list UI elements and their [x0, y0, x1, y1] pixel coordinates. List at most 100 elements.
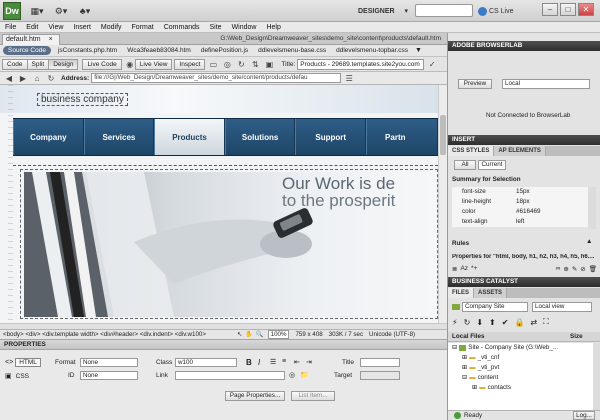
page-properties-button[interactable]: Page Properties... [225, 391, 285, 401]
menu-insert[interactable]: Insert [68, 22, 96, 33]
check-page-icon[interactable]: ✓ [426, 59, 438, 70]
collapse-icon[interactable]: ⊟ [452, 343, 457, 353]
maximize-button[interactable]: □ [560, 3, 576, 16]
point-to-file-icon[interactable]: ◎ [289, 371, 295, 379]
summary-scrollbar[interactable] [588, 187, 596, 229]
minimize-button[interactable]: – [542, 3, 558, 16]
menu-edit[interactable]: Edit [21, 22, 43, 33]
italic-button[interactable]: I [258, 358, 260, 367]
insert-header[interactable]: INSERT [448, 135, 600, 145]
attach-stylesheet-icon[interactable]: ∞ [556, 265, 561, 272]
size-column[interactable]: Size [570, 333, 583, 340]
related-file[interactable]: jsConstants.php.htm [53, 45, 122, 57]
expand-icon[interactable]: ⊞ [472, 383, 477, 393]
az-list-icon[interactable]: Az [460, 265, 468, 272]
tab-files[interactable]: FILES [448, 288, 475, 298]
tab-default-htm[interactable]: default.htm × [2, 34, 60, 45]
related-file[interactable]: Wca3feaeb83084.htm [122, 45, 196, 57]
css-current-button[interactable]: Current [478, 160, 506, 170]
id-select[interactable]: None [80, 371, 138, 380]
tree-item[interactable]: ⊞ ▬ contacts [448, 383, 593, 393]
related-file[interactable]: definePosition.js [196, 45, 253, 57]
tree-item[interactable]: ⊞ ▬ _vti_cnf [448, 353, 593, 363]
unordered-list-icon[interactable]: ☰ [270, 358, 276, 366]
target-select[interactable] [360, 371, 400, 380]
sync-icon[interactable]: ⇄ [530, 318, 537, 327]
browserlab-header[interactable]: ADOBE BROWSERLAB [448, 41, 600, 51]
refresh-icon[interactable]: ↻ [464, 318, 471, 327]
workspace-switcher[interactable]: DESIGNER ▾ [355, 4, 411, 18]
menu-file[interactable]: File [0, 22, 21, 33]
site-icon[interactable]: ♣▾ [74, 4, 96, 18]
tab-ap-elements[interactable]: AP ELEMENTS [494, 146, 546, 156]
outdent-icon[interactable]: ⇤ [294, 358, 300, 366]
address-input[interactable]: file:///G|/Web_Design/Dreamweaver_sites/… [91, 73, 342, 83]
collapse-icon[interactable]: ⊟ [462, 373, 467, 383]
get-files-icon[interactable]: ⬇ [476, 318, 483, 327]
split-view-button[interactable]: Split [26, 58, 50, 70]
related-file[interactable]: ddlevelsmenu-topbar.css [331, 45, 413, 57]
menu-view[interactable]: View [43, 22, 68, 33]
preview-browser-icon[interactable]: ◎ [221, 59, 233, 70]
new-rule-icon[interactable]: ⊕ [563, 265, 568, 273]
files-scrollbar[interactable] [593, 343, 600, 413]
search-input[interactable] [415, 4, 473, 17]
multiscreen-icon[interactable]: ▭ [207, 59, 219, 70]
show-set-icon[interactable]: *+ [471, 265, 477, 272]
category-view-icon[interactable]: ≣ [452, 265, 457, 273]
menu-help[interactable]: Help [261, 22, 285, 33]
inspect-button[interactable]: Inspect [174, 58, 206, 70]
site-select[interactable]: Company Site [452, 302, 528, 312]
title-input[interactable]: Products - 29689.templates.site2you.com [297, 58, 425, 70]
refresh-icon[interactable]: ↻ [235, 59, 247, 70]
cs-live-button[interactable]: CS Live [478, 4, 526, 18]
file-management-icon[interactable]: ⇅ [249, 59, 261, 70]
tag-selector[interactable]: <body> <div> <div.template width> <div#h… [3, 330, 233, 339]
nav-products[interactable]: Products [154, 119, 225, 155]
back-icon[interactable]: ◀ [3, 73, 15, 84]
connect-icon[interactable]: ⚡ [452, 318, 458, 327]
nav-services[interactable]: Services [83, 119, 155, 155]
local-files-column[interactable]: Local Files [448, 333, 570, 340]
tree-item[interactable]: ⊞ ▬ _vti_pvt [448, 363, 593, 373]
close-button[interactable]: ✕ [578, 3, 594, 16]
check-in-icon[interactable]: 🔒 [514, 318, 524, 327]
extend-icon[interactable]: ⚙▾ [50, 4, 72, 18]
expand-icon[interactable]: ⛶ [543, 317, 549, 327]
nav-partners[interactable]: Partn [366, 119, 438, 155]
reload-icon[interactable]: ↻ [45, 73, 57, 84]
rules-toggle-icon[interactable]: ▲ [586, 238, 592, 245]
live-view-button[interactable]: Live View [134, 58, 173, 70]
related-file[interactable]: ddlevelsmenu-base.css [253, 45, 331, 57]
disable-icon[interactable]: ⊘ [580, 265, 585, 273]
nav-solutions[interactable]: Solutions [224, 119, 296, 155]
tree-item[interactable]: ⊟ ▬ content [448, 373, 593, 383]
summary-row[interactable]: color #616469 [452, 207, 588, 217]
menu-format[interactable]: Format [127, 22, 159, 33]
bold-button[interactable]: B [246, 358, 252, 367]
window-size[interactable]: 759 x 408 [295, 330, 322, 339]
summary-row[interactable]: text-align left [452, 217, 588, 227]
vertical-scrollbar[interactable] [438, 85, 447, 323]
filter-icon[interactable]: ▼ [415, 47, 422, 54]
design-canvas[interactable]: business company Company Services Produc… [0, 85, 438, 323]
scroll-thumb[interactable] [440, 115, 446, 155]
browse-folder-icon[interactable]: 📁 [300, 371, 309, 379]
class-select[interactable]: w100 [175, 358, 237, 367]
zoom-select[interactable]: 100% [267, 330, 290, 339]
zoom-tool-icon[interactable]: 🔍 [256, 330, 264, 339]
css-mode-button[interactable]: ▣ CSS [5, 372, 29, 381]
files-view-select[interactable]: Local view [532, 302, 592, 312]
design-view-button[interactable]: Design [48, 58, 79, 70]
home-icon[interactable]: ⌂ [31, 73, 43, 84]
link-input[interactable] [175, 371, 285, 380]
summary-row[interactable]: line-height 18px [452, 197, 588, 207]
code-view-button[interactable]: Code [2, 58, 28, 70]
select-tool-icon[interactable]: ↖ [237, 330, 242, 339]
nav-support[interactable]: Support [295, 119, 367, 155]
business-catalyst-header[interactable]: BUSINESS CATALYST [448, 277, 600, 287]
title-field[interactable] [360, 358, 400, 367]
menu-modify[interactable]: Modify [96, 22, 127, 33]
ordered-list-icon[interactable]: ≡ [282, 358, 286, 365]
indent-icon[interactable]: ⇥ [306, 358, 312, 366]
